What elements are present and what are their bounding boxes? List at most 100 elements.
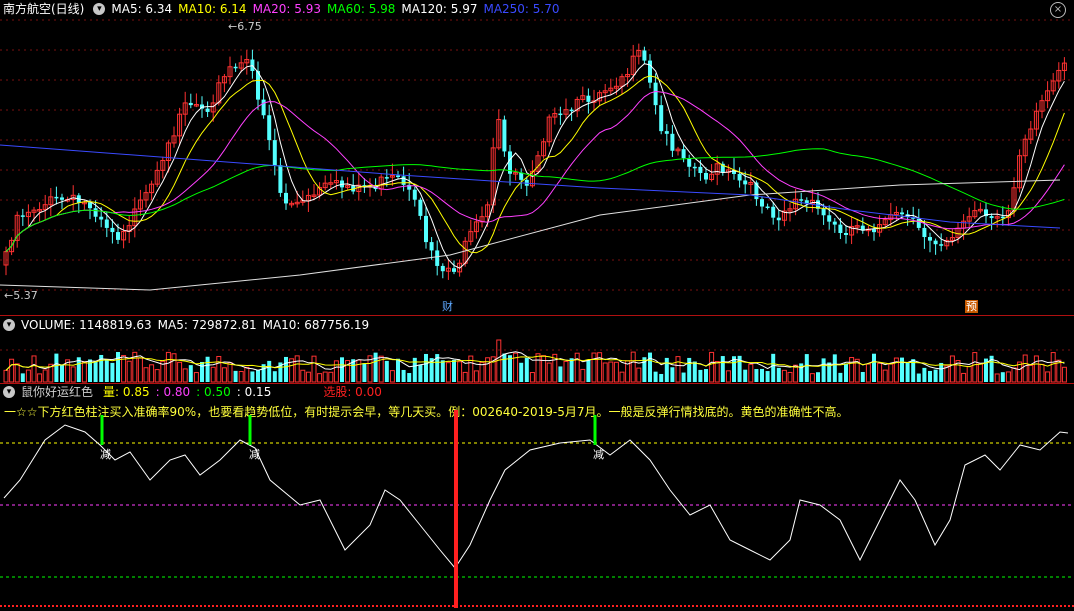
volume-bar — [340, 357, 344, 382]
volume-bar — [328, 371, 334, 383]
volume-bar — [1061, 366, 1067, 383]
candle-body — [110, 227, 115, 233]
candle-body — [692, 166, 697, 169]
candle-body — [440, 265, 445, 272]
volume-bar — [832, 354, 837, 382]
volume-bar — [916, 373, 921, 382]
volume-bar — [939, 362, 944, 382]
volume-bar — [524, 357, 529, 382]
volume-bar — [284, 356, 288, 382]
volume-bar — [580, 368, 586, 383]
volume-bar — [25, 369, 31, 383]
candle-body — [435, 250, 440, 266]
candle-body — [922, 227, 927, 238]
candle-body — [900, 212, 904, 215]
volume-bar — [972, 352, 978, 383]
volume-bar — [636, 367, 642, 383]
ma120-line — [0, 179, 1061, 291]
candle-body — [698, 166, 703, 174]
candle-body — [412, 189, 417, 200]
candle-body — [844, 233, 848, 235]
volume-bar — [216, 355, 222, 383]
volume-bar — [546, 362, 552, 383]
volume-bar — [659, 373, 664, 382]
volume-bar — [977, 363, 983, 383]
candle-body — [799, 199, 804, 201]
candle-body — [261, 99, 266, 116]
volume-bar — [905, 362, 910, 382]
candle-body — [743, 180, 748, 185]
volume-bar — [256, 369, 260, 382]
candle-body — [648, 60, 652, 83]
volume-bar — [844, 363, 848, 382]
volume-bar — [597, 352, 603, 383]
volume-bar — [373, 352, 378, 382]
volume-bar — [816, 372, 820, 382]
volume-bar — [149, 364, 155, 383]
volume-bar — [272, 371, 277, 382]
volume-bar — [720, 356, 725, 382]
candle-body — [429, 242, 434, 251]
volume-bar — [681, 372, 686, 382]
volume-bar — [900, 357, 904, 382]
volume-bar — [1050, 352, 1056, 383]
candle-body — [54, 196, 59, 199]
volume-bar — [171, 353, 177, 383]
candle-body — [272, 140, 277, 166]
volume-bar — [781, 369, 787, 383]
candle-body — [670, 133, 675, 151]
volume-bar — [994, 373, 1000, 383]
volume-bar — [300, 369, 306, 383]
volume-bar — [765, 371, 770, 382]
candle-body — [989, 216, 994, 219]
candle-body — [737, 173, 742, 181]
volume-bar — [317, 373, 323, 383]
volume-bar — [452, 359, 456, 382]
volume-bar — [440, 360, 445, 382]
volume-bar — [519, 362, 524, 382]
candle-body — [104, 219, 109, 228]
volume-bar — [877, 362, 883, 383]
volume-bar — [771, 353, 776, 382]
volume-bar — [860, 371, 865, 382]
candle-body — [776, 217, 781, 221]
volume-bar — [356, 359, 362, 383]
volume-bar — [182, 368, 188, 383]
candle-body — [832, 221, 837, 225]
volume-bar — [704, 369, 708, 382]
volume-bar — [535, 353, 541, 383]
volume-bar — [418, 364, 423, 382]
volume-bar — [227, 362, 233, 383]
volume-bar — [1022, 354, 1028, 383]
volume-bar — [928, 370, 932, 382]
volume-bar — [872, 353, 876, 382]
candle-body — [586, 95, 591, 102]
volume-bar — [698, 369, 703, 382]
volume-bar — [479, 361, 485, 383]
candle-body — [267, 115, 272, 141]
chart-canvas[interactable] — [0, 0, 1074, 611]
volume-bar — [9, 358, 15, 383]
volume-bar — [563, 360, 569, 383]
volume-bar — [754, 369, 759, 382]
volume-bar — [1011, 367, 1017, 383]
volume-bar — [37, 373, 43, 383]
candle-body — [424, 215, 428, 243]
candle-body — [284, 192, 288, 204]
volume-bar — [205, 356, 210, 382]
candle-body — [872, 229, 876, 233]
volume-bar — [966, 365, 972, 383]
volume-bar — [709, 351, 715, 383]
volume-bar — [322, 371, 328, 383]
candle-body — [396, 175, 400, 178]
volume-bar — [865, 363, 871, 383]
volume-bar — [591, 352, 597, 383]
volume-bar — [821, 358, 826, 382]
candle-body — [928, 237, 932, 241]
volume-bar — [104, 359, 109, 382]
volume-bar — [116, 352, 120, 382]
volume-bar — [748, 363, 754, 383]
volume-bar — [14, 363, 20, 383]
candle-body — [642, 50, 647, 61]
candle-body — [418, 199, 423, 216]
